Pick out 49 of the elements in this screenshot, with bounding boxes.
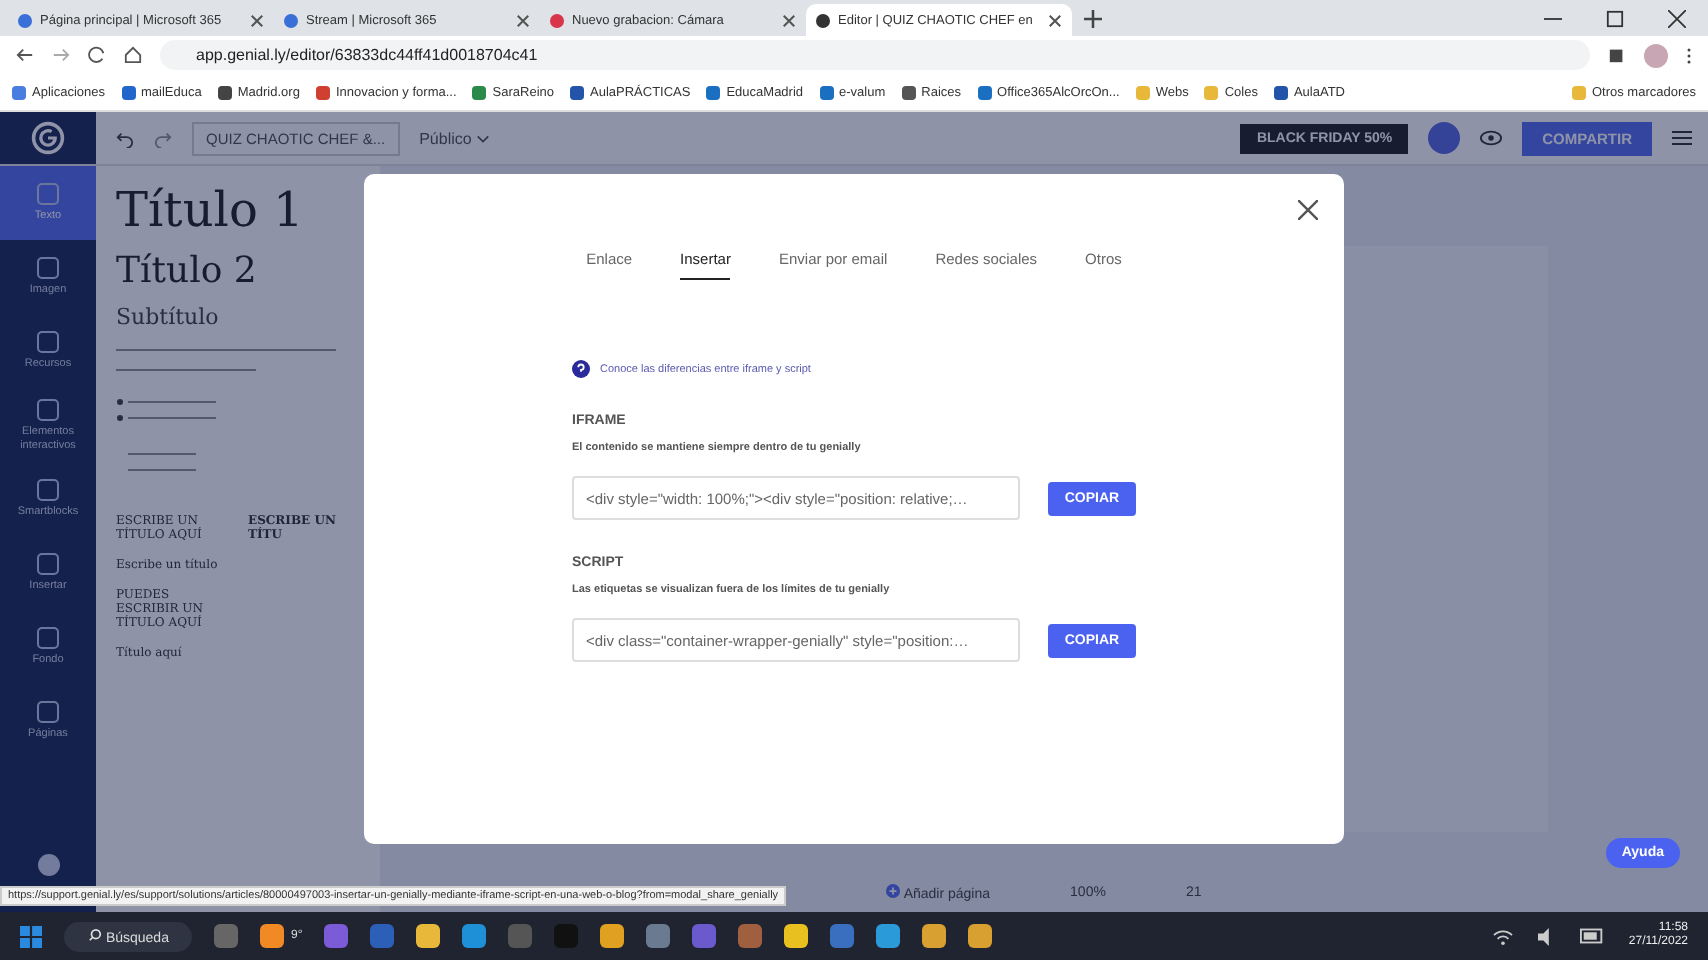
taskbar-app-icon[interactable]: [922, 924, 947, 948]
heading-style[interactable]: Título 2: [116, 250, 360, 292]
close-icon[interactable]: [1668, 9, 1686, 27]
new-tab-icon[interactable]: [1084, 9, 1102, 27]
taskbar-app-icon[interactable]: [416, 924, 441, 948]
taskbar-app-icon[interactable]: [260, 924, 285, 948]
undo-icon[interactable]: [116, 129, 134, 147]
site-icon: [816, 13, 830, 27]
visibility-dropdown[interactable]: Público: [419, 129, 491, 147]
taskbar-app-icon[interactable]: [784, 924, 809, 948]
taskbar-app-icon[interactable]: [968, 924, 993, 948]
site-icon: [18, 13, 32, 27]
rounded-square-icon: [36, 700, 60, 725]
rounded-square-icon: [36, 478, 60, 503]
address-bar[interactable]: app.genial.ly/editor/63833dc44ff41d0018704c41: [160, 40, 1590, 70]
extensions-icon[interactable]: [1608, 46, 1626, 64]
maximize-icon[interactable]: [1606, 9, 1624, 27]
close-icon[interactable]: [516, 13, 530, 27]
rounded-square-icon: [36, 330, 60, 355]
home-icon[interactable]: [124, 46, 142, 64]
plus-icon: [886, 883, 901, 897]
user-avatar[interactable]: [1428, 122, 1461, 154]
close-icon[interactable]: [250, 13, 264, 27]
preview-icon[interactable]: [1480, 130, 1503, 146]
rounded-square-icon: [36, 626, 60, 651]
rounded-square-icon: [36, 182, 60, 207]
close-icon[interactable]: [1298, 200, 1318, 220]
close-icon[interactable]: [1048, 13, 1062, 27]
back-icon[interactable]: [16, 46, 34, 64]
site-icon: [550, 13, 564, 27]
wifi-icon[interactable]: [1492, 927, 1515, 945]
rounded-square-icon: [36, 552, 60, 577]
menu-icon[interactable]: [1686, 45, 1692, 65]
taskbar-app-icon[interactable]: [646, 924, 671, 948]
reload-icon[interactable]: [88, 46, 106, 64]
taskbar-app-icon[interactable]: [876, 924, 901, 948]
chevron-down-icon: [476, 133, 491, 143]
battery-icon[interactable]: [1580, 928, 1607, 944]
rounded-square-icon: [36, 398, 60, 423]
taskbar-app-icon[interactable]: [600, 924, 625, 948]
rounded-square-icon: [36, 256, 60, 281]
subtitle-style[interactable]: Subtítulo: [116, 304, 360, 330]
windows-start-icon[interactable]: [20, 925, 42, 947]
menu-icon[interactable]: [1672, 128, 1692, 148]
close-icon[interactable]: [782, 13, 796, 27]
search-icon: [88, 927, 102, 941]
taskbar-app-icon[interactable]: [462, 924, 487, 948]
heading-style[interactable]: Título 1: [116, 182, 360, 238]
site-icon: [284, 13, 298, 27]
